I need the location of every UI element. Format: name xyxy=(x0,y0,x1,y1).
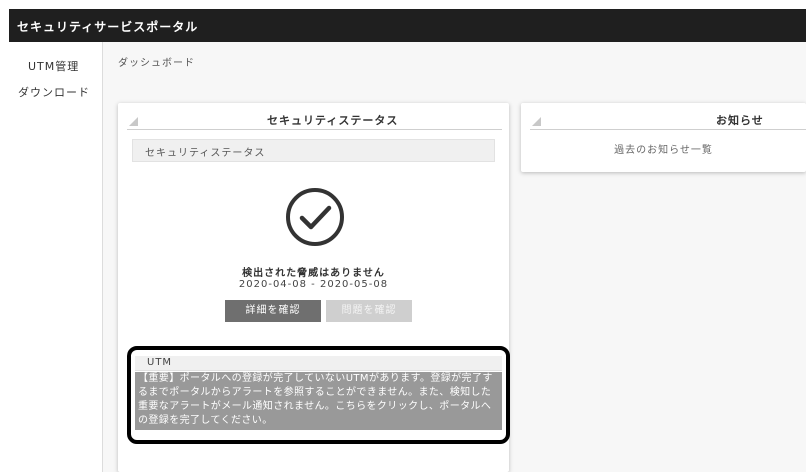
threat-status-message: 検出された脅威はありません xyxy=(242,268,385,279)
card-title: セキュリティステータス xyxy=(267,114,399,127)
app-title: セキュリティサービスポータル xyxy=(17,20,199,34)
status-subheader: セキュリティステータス xyxy=(132,139,495,162)
security-status-card: セキュリティステータス セキュリティステータス 検出された脅威はありません 20… xyxy=(118,103,510,472)
sidebar-item-download[interactable]: ダウンロード xyxy=(18,84,90,100)
collapse-triangle-icon[interactable] xyxy=(532,117,541,126)
view-details-button[interactable]: 詳細を確認 xyxy=(225,300,321,322)
status-subheader-label: セキュリティステータス xyxy=(145,148,266,159)
utm-notice-highlight: UTM 【重要】ポータルへの登録が完了していないUTMがあります。登録が完了する… xyxy=(127,346,510,444)
sidebar-item-utm-management[interactable]: UTM管理 xyxy=(28,58,79,74)
card-title: お知らせ xyxy=(716,114,764,127)
check-circle-icon xyxy=(286,188,344,246)
utm-label: UTM xyxy=(147,357,173,368)
top-bar: セキュリティサービスポータル xyxy=(9,9,806,42)
utm-registration-notice[interactable]: 【重要】ポータルへの登録が完了していないUTMがあります。登録が完了するまでポー… xyxy=(135,372,502,430)
view-issues-button[interactable]: 問題を確認 xyxy=(326,300,412,322)
news-card: お知らせ 過去のお知らせ一覧 xyxy=(521,103,806,172)
collapse-triangle-icon[interactable] xyxy=(129,117,138,126)
date-range: 2020-04-08 - 2020-05-08 xyxy=(238,279,389,290)
utm-header: UTM xyxy=(135,356,502,371)
breadcrumb: ダッシュボード xyxy=(118,58,195,69)
card-header: お知らせ xyxy=(530,107,806,130)
card-header: セキュリティステータス xyxy=(127,107,502,130)
past-news-link[interactable]: 過去のお知らせ一覧 xyxy=(521,141,806,156)
sidebar: UTM管理 ダウンロード xyxy=(9,42,103,472)
main-content: ダッシュボード セキュリティステータス セキュリティステータス 検出された脅威は… xyxy=(103,42,806,472)
